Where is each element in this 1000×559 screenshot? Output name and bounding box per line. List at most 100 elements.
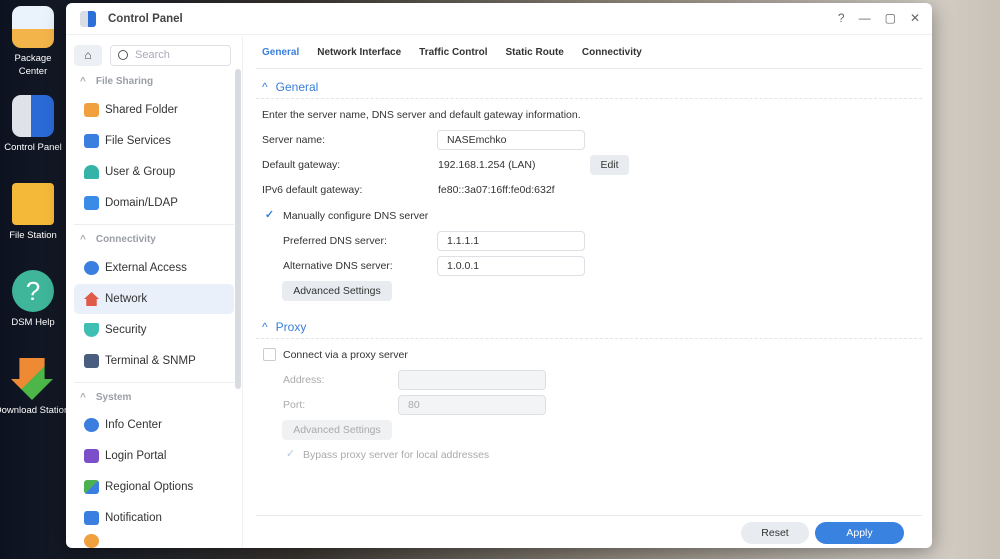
sidebar-item-label: Info Center: [105, 419, 162, 431]
manual-dns-label: Manually configure DNS server: [283, 210, 429, 222]
shield-icon: [84, 323, 99, 337]
apply-button[interactable]: Apply: [815, 522, 904, 544]
regional-options-icon: [84, 480, 99, 494]
sidebar: ⌂ Search File Sharing Shared Folder File…: [66, 36, 243, 548]
section-file-sharing[interactable]: File Sharing: [80, 76, 153, 87]
tab-general[interactable]: General: [262, 47, 299, 58]
preferred-dns-input[interactable]: 1.1.1.1: [437, 231, 585, 251]
sidebar-item-user-group[interactable]: User & Group: [74, 157, 234, 187]
help-icon: ?: [12, 270, 54, 312]
minimize-button[interactable]: —: [859, 11, 871, 25]
control-panel-window: Control Panel ? — ▢ ✕ ⌂ Search File Shar…: [66, 3, 932, 548]
server-name-label: Server name:: [262, 134, 326, 146]
proxy-port-input[interactable]: 80: [398, 395, 546, 415]
notification-icon: [84, 511, 99, 525]
hardware-icon: [84, 534, 99, 548]
server-name-input[interactable]: NASEmchko: [437, 130, 585, 150]
proxy-connect-label: Connect via a proxy server: [283, 349, 408, 361]
shared-folder-icon: [84, 103, 99, 117]
section-system[interactable]: System: [80, 392, 132, 403]
tab-bar: General Network Interface Traffic Contro…: [256, 36, 922, 69]
alternative-dns-label: Alternative DNS server:: [283, 260, 393, 272]
help-button[interactable]: ?: [838, 11, 845, 25]
dns-advanced-settings-button[interactable]: Advanced Settings: [282, 281, 392, 301]
terminal-icon: [84, 354, 99, 368]
sidebar-item-label: Login Portal: [105, 450, 167, 462]
alternative-dns-input[interactable]: 1.0.0.1: [437, 256, 585, 276]
sidebar-item-label: Domain/LDAP: [105, 197, 178, 209]
edit-gateway-button[interactable]: Edit: [590, 155, 629, 175]
proxy-address-label: Address:: [283, 374, 325, 386]
sidebar-item-external-access[interactable]: External Access: [74, 253, 234, 283]
sidebar-item-label: Regional Options: [105, 481, 194, 493]
general-section-header[interactable]: General: [262, 80, 319, 94]
reset-button[interactable]: Reset: [741, 522, 809, 544]
desktop-package-center[interactable]: Package Center: [0, 6, 66, 78]
bypass-proxy-checkbox[interactable]: ✓: [284, 448, 297, 461]
sidebar-item-hardware-power[interactable]: [74, 534, 234, 548]
desktop-file-station[interactable]: File Station: [0, 183, 66, 242]
external-access-icon: [84, 261, 99, 275]
general-description: Enter the server name, DNS server and de…: [262, 109, 581, 121]
sidebar-item-label: Network: [105, 293, 148, 305]
title-bar[interactable]: Control Panel: [66, 3, 932, 35]
tab-network-interface[interactable]: Network Interface: [317, 47, 401, 58]
sidebar-item-file-services[interactable]: File Services: [74, 126, 234, 156]
close-button[interactable]: ✕: [910, 11, 920, 25]
sidebar-item-domain-ldap[interactable]: Domain/LDAP: [74, 188, 234, 218]
manual-dns-checkbox[interactable]: ✓: [263, 209, 276, 222]
desktop-download-station[interactable]: Download Station: [0, 358, 72, 417]
proxy-advanced-settings-button[interactable]: Advanced Settings: [282, 420, 392, 440]
preferred-dns-label: Preferred DNS server:: [283, 235, 387, 247]
file-services-icon: [84, 134, 99, 148]
info-icon: [84, 418, 99, 432]
sidebar-item-label: User & Group: [105, 166, 176, 178]
desktop-label: Download Station: [0, 405, 70, 416]
main-panel: General Network Interface Traffic Contro…: [244, 36, 932, 548]
search-input[interactable]: Search: [110, 45, 231, 66]
desktop-label: Package Center: [14, 53, 52, 77]
ipv6-gateway-value: fe80::3a07:16ff:fe0d:632f: [438, 184, 555, 196]
sidebar-item-notification[interactable]: Notification: [74, 503, 234, 533]
tab-traffic-control[interactable]: Traffic Control: [419, 47, 487, 58]
home-button[interactable]: ⌂: [74, 45, 102, 66]
network-icon: [84, 292, 99, 306]
sidebar-item-label: Notification: [105, 512, 162, 524]
sidebar-item-label: File Services: [105, 135, 171, 147]
desktop-label: File Station: [9, 230, 57, 241]
maximize-button[interactable]: ▢: [885, 11, 896, 25]
proxy-address-input[interactable]: [398, 370, 546, 390]
sidebar-item-info-center[interactable]: Info Center: [74, 410, 234, 440]
sidebar-item-security[interactable]: Security: [74, 315, 234, 345]
sidebar-item-regional-options[interactable]: Regional Options: [74, 472, 234, 502]
proxy-port-label: Port:: [283, 399, 306, 411]
user-group-icon: [84, 165, 99, 179]
sidebar-item-network[interactable]: Network: [74, 284, 234, 314]
desktop-control-panel[interactable]: Control Panel: [0, 95, 66, 154]
control-panel-logo-icon: [80, 10, 96, 27]
package-center-icon: [12, 6, 54, 48]
domain-ldap-icon: [84, 196, 99, 210]
tab-static-route[interactable]: Static Route: [506, 47, 564, 58]
proxy-section-header[interactable]: Proxy: [262, 320, 307, 334]
sidebar-item-terminal-snmp[interactable]: Terminal & SNMP: [74, 346, 234, 376]
sidebar-item-label: Terminal & SNMP: [105, 355, 196, 367]
sidebar-item-login-portal[interactable]: Login Portal: [74, 441, 234, 471]
download-icon: [11, 358, 53, 400]
gateway-label: Default gateway:: [262, 159, 341, 171]
control-panel-icon: [12, 95, 54, 137]
sidebar-scrollbar[interactable]: [235, 69, 241, 389]
tab-connectivity[interactable]: Connectivity: [582, 47, 642, 58]
section-connectivity[interactable]: Connectivity: [80, 234, 156, 245]
desktop-label: Control Panel: [4, 142, 62, 153]
proxy-checkbox[interactable]: [263, 348, 276, 361]
desktop-dsm-help[interactable]: ? DSM Help: [0, 270, 66, 329]
folder-icon: [12, 183, 54, 225]
sidebar-item-label: Shared Folder: [105, 104, 178, 116]
sidebar-item-shared-folder[interactable]: Shared Folder: [74, 95, 234, 125]
window-title: Control Panel: [108, 12, 183, 25]
sidebar-item-label: External Access: [105, 262, 187, 274]
login-portal-icon: [84, 449, 99, 463]
bypass-proxy-label: Bypass proxy server for local addresses: [303, 449, 490, 461]
sidebar-item-label: Security: [105, 324, 147, 336]
